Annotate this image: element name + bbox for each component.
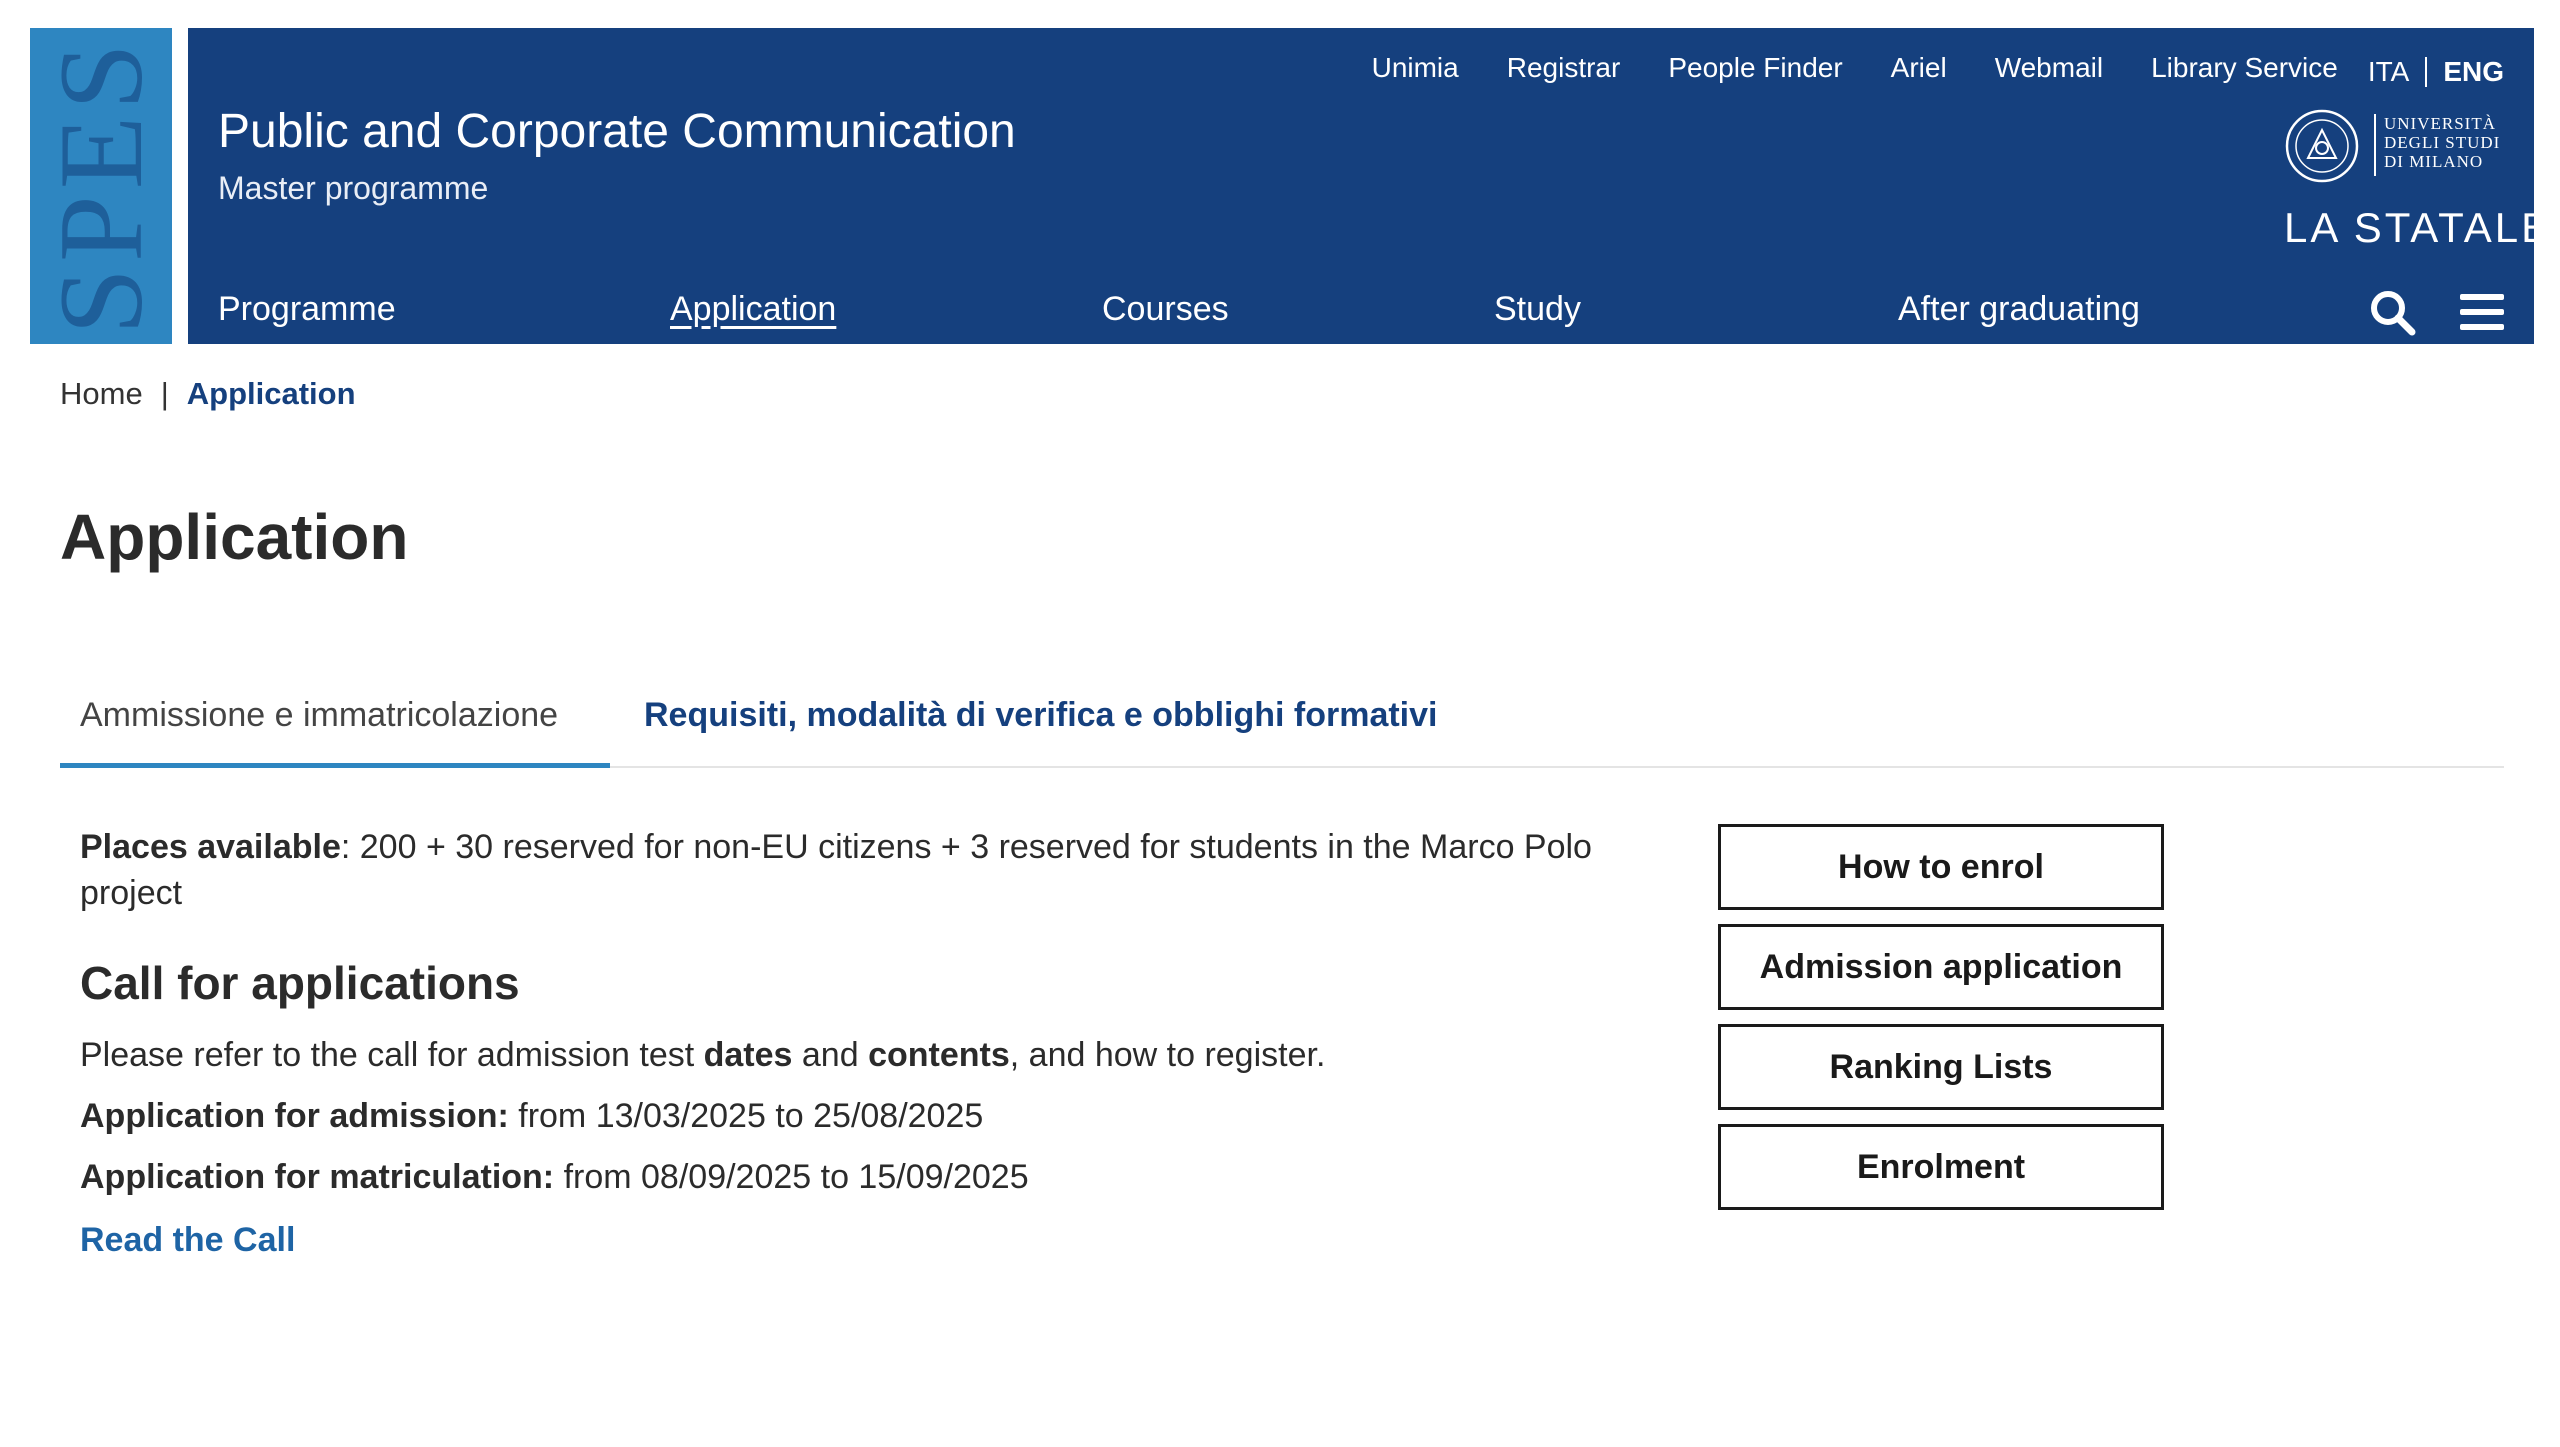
spes-logo-text: SPES [34,37,168,335]
university-logo[interactable]: UNIVERSITÀ DEGLI STUDI DI MILANO LA STAT… [2284,108,2549,278]
nav-after-graduating[interactable]: After graduating [1898,290,2140,329]
breadcrumb: Home | Application [60,376,356,412]
top-link-webmail[interactable]: Webmail [1995,52,2103,84]
read-the-call-link[interactable]: Read the Call [80,1221,1660,1260]
active-tab-indicator [60,763,610,768]
main-content: Places available: 200 + 30 reserved for … [80,824,1660,1260]
admission-label: Application for admission: [80,1097,509,1135]
top-link-unimia[interactable]: Unimia [1372,52,1459,84]
site-subtitle: Master programme [218,170,489,206]
site-title[interactable]: Public and Corporate Communication [218,104,1016,159]
top-link-library-service[interactable]: Library Service [2151,52,2338,84]
admission-dates: Application for admission: from 13/03/20… [80,1097,1660,1136]
university-name-line-2: DEGLI STUDI [2384,133,2501,152]
call-bold-contents: contents [868,1036,1010,1074]
top-links: Unimia Registrar People Finder Ariel Web… [1324,48,2504,88]
language-ita[interactable]: ITA [2368,56,2409,88]
university-name: UNIVERSITÀ DEGLI STUDI DI MILANO [2384,114,2500,171]
side-actions: How to enrol Admission application Ranki… [1718,824,2164,1224]
call-description: Please refer to the call for admission t… [80,1036,1660,1075]
breadcrumb-separator: | [160,376,169,411]
matriculation-label: Application for matriculation: [80,1158,555,1196]
admission-value: from 13/03/2025 to 25/08/2025 [508,1097,984,1135]
nav-study[interactable]: Study [1494,290,1581,329]
la-statale-wordmark: LA STATALE [2284,204,2553,251]
matriculation-value: from 08/09/2025 to 15/09/2025 [554,1158,1029,1196]
places-available: Places available: 200 + 30 reserved for … [80,824,1660,916]
site-header: SPES Public and Corporate Communication … [30,28,2549,344]
university-name-line-1: UNIVERSITÀ [2384,114,2496,133]
header-banner: Public and Corporate Communication Maste… [188,28,2549,344]
main-nav: Programme Application Courses Study Afte… [218,288,2504,336]
tab-requisiti[interactable]: Requisiti, modalità di verifica e obblig… [644,696,1437,735]
admission-application-button[interactable]: Admission application [1718,924,2164,1010]
page-title: Application [60,501,409,573]
how-to-enrol-button[interactable]: How to enrol [1718,824,2164,910]
logo-divider [2374,114,2376,176]
language-eng[interactable]: ENG [2443,56,2504,88]
matriculation-dates: Application for matriculation: from 08/0… [80,1158,1660,1197]
top-link-registrar[interactable]: Registrar [1507,52,1621,84]
call-text-2: and [792,1036,869,1074]
language-switcher: ITA ENG [2368,56,2504,88]
search-icon[interactable] [2368,288,2416,336]
call-text-1: Please refer to the call for admission t… [80,1036,704,1074]
tab-bar: Ammissione e immatricolazione Requisiti,… [60,680,2504,768]
call-text-3: , and how to register. [1009,1036,1326,1074]
nav-icons [2368,288,2504,336]
ranking-lists-button[interactable]: Ranking Lists [1718,1024,2164,1110]
call-heading: Call for applications [80,957,520,1009]
university-name-line-3: DI MILANO [2384,152,2484,171]
nav-application[interactable]: Application [670,290,836,329]
nav-programme[interactable]: Programme [218,290,396,329]
breadcrumb-current: Application [186,376,356,411]
menu-icon[interactable] [2460,292,2504,332]
tab-ammissione-e-immatricolazione[interactable]: Ammissione e immatricolazione [80,696,558,735]
language-divider [2425,57,2428,87]
places-available-label: Places available [80,828,341,866]
enrolment-button[interactable]: Enrolment [1718,1124,2164,1210]
top-link-ariel[interactable]: Ariel [1891,52,1947,84]
top-link-people-finder[interactable]: People Finder [1668,52,1842,84]
breadcrumb-home[interactable]: Home [60,376,143,412]
nav-courses[interactable]: Courses [1102,290,1229,329]
call-bold-dates: dates [703,1036,793,1074]
university-seal-icon [2285,109,2359,183]
spes-logo[interactable]: SPES [30,28,172,344]
